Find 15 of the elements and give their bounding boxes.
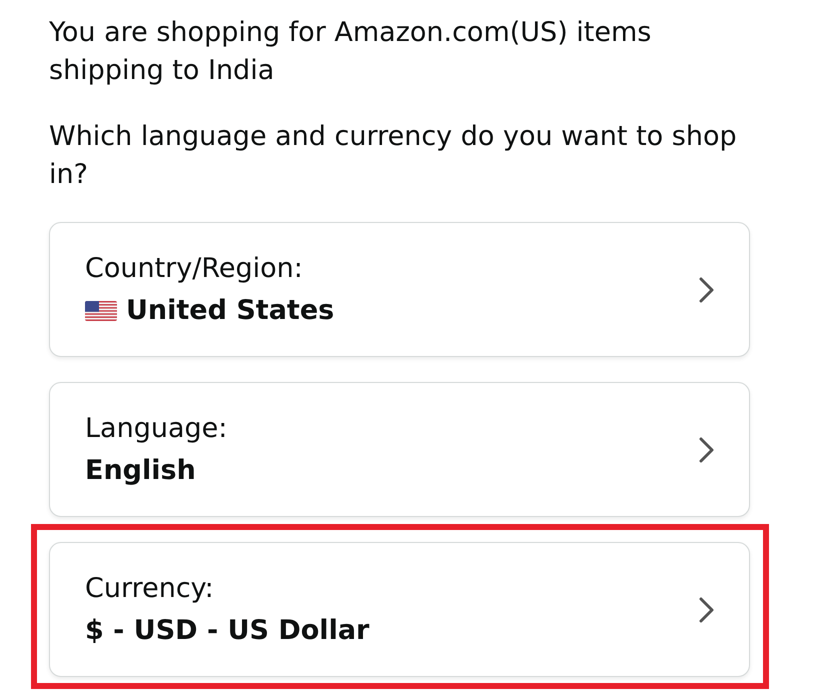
option-label: Country/Region: xyxy=(85,252,304,286)
option-value: $ - USD - US Dollar xyxy=(85,614,370,648)
flag-icon xyxy=(85,300,117,320)
option-row[interactable]: Language: English xyxy=(49,382,750,517)
option-value: English xyxy=(85,454,196,488)
chevron-right-icon xyxy=(699,276,714,302)
chevron-right-icon xyxy=(699,596,714,622)
chevron-right-icon xyxy=(699,436,714,462)
shipping-notice: You are shopping for Amazon.com(US) items shipping to India xyxy=(49,16,652,88)
question-text: Which language and currency do you want to shop in? xyxy=(49,120,738,192)
option-value: United States xyxy=(126,294,334,328)
option-label: Currency: xyxy=(85,572,215,606)
option-row[interactable]: Currency: $ - USD - US Dollar xyxy=(49,542,750,677)
option-row[interactable]: Country/Region: United States xyxy=(49,222,750,357)
option-label: Language: xyxy=(85,412,228,446)
